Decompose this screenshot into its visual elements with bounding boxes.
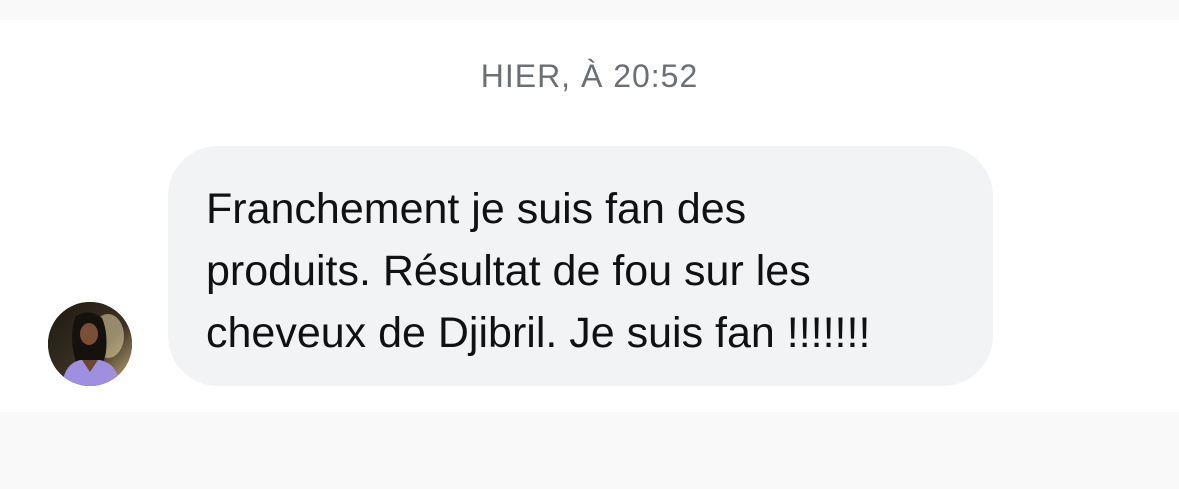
message-line: cheveux de Djibril. Je suis fan !!!!!!! — [206, 309, 871, 357]
bottom-divider-strip — [0, 412, 1179, 489]
message-bubble[interactable]: Franchement je suis fan des produits. Ré… — [168, 146, 993, 386]
sender-avatar[interactable] — [48, 302, 132, 386]
top-divider-strip — [0, 0, 1179, 20]
message-text: Franchement je suis fan des produits. Ré… — [206, 178, 955, 364]
message-line: Franchement je suis fan des — [206, 185, 747, 233]
user-avatar-photo-icon — [48, 302, 132, 386]
message-timestamp: HIER, À 20:52 — [480, 58, 699, 94]
message-line: produits. Résultat de fou sur les — [206, 247, 811, 295]
